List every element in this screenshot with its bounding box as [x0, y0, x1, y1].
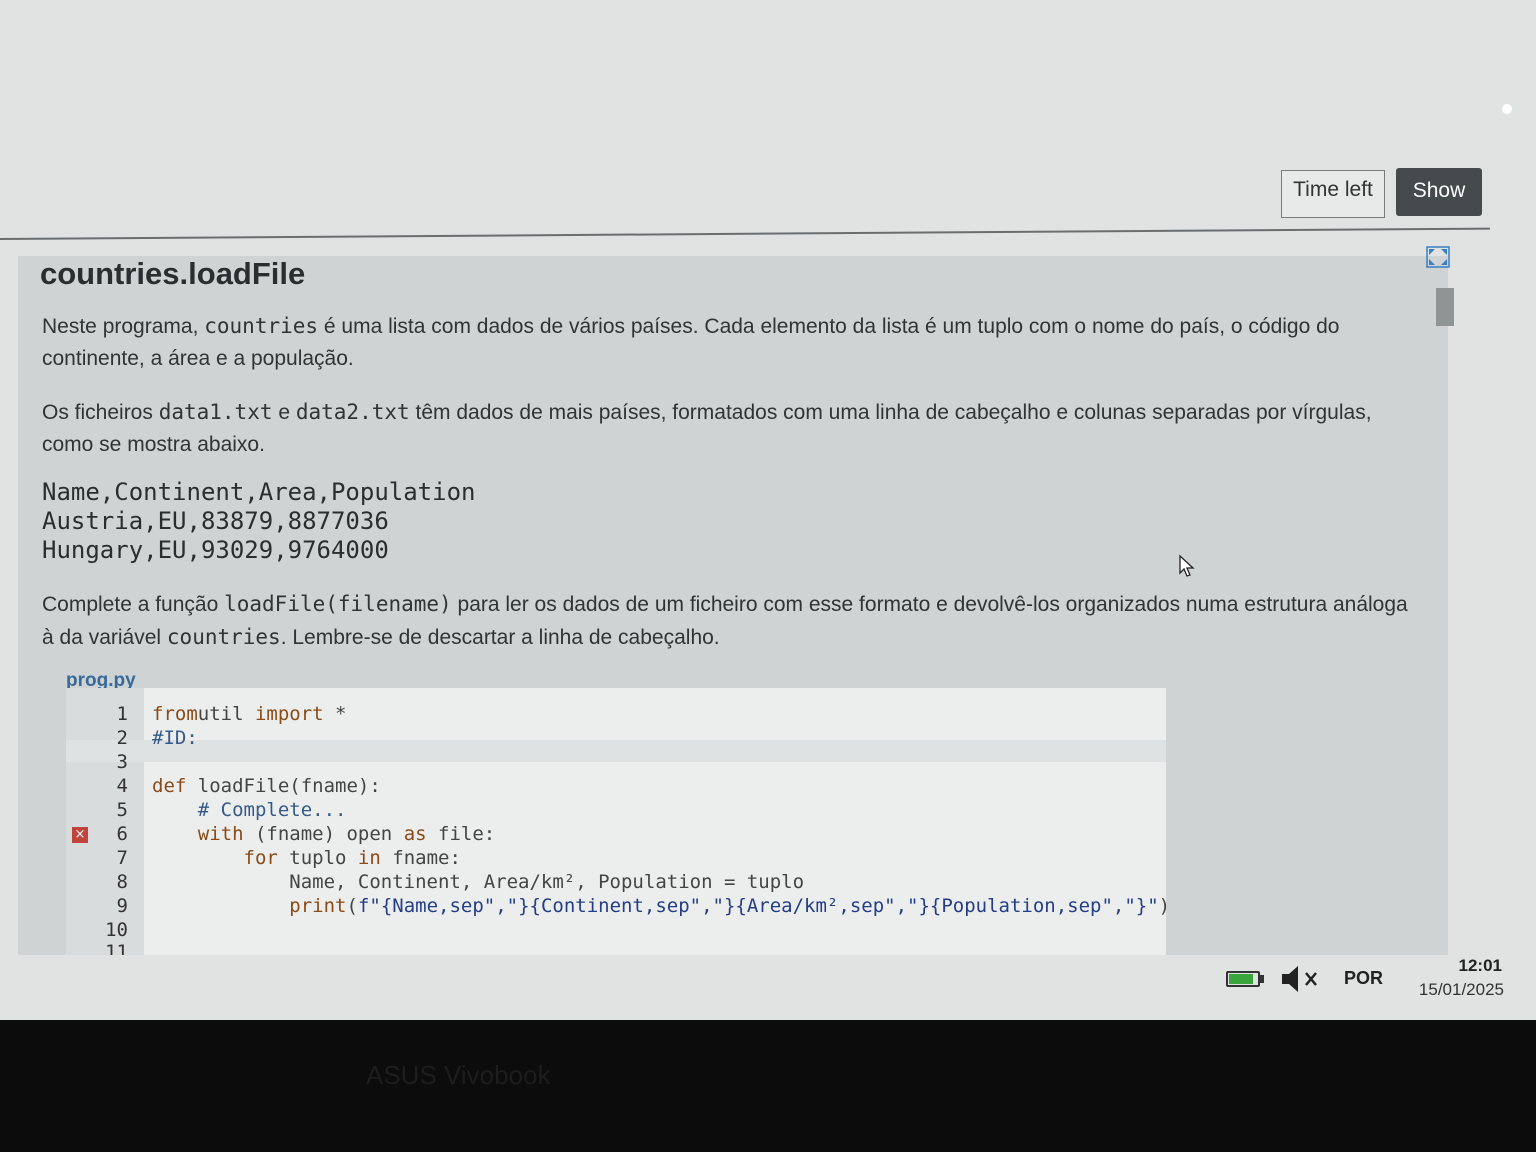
line-number: 10: [105, 919, 128, 941]
code-token: (fname) open: [243, 823, 404, 845]
scrollbar-thumb[interactable]: [1436, 288, 1454, 326]
code-token: import: [254, 703, 324, 725]
battery-icon[interactable]: [1226, 971, 1260, 987]
code-text: for tuplo in fname:: [152, 846, 461, 870]
paragraph-files: Os ficheiros data1.txt e data2.txt têm d…: [42, 400, 1372, 456]
code-token: Name, Continent, Area/km², Population = …: [152, 871, 805, 893]
language-indicator[interactable]: POR: [1344, 968, 1383, 989]
line-number: 5: [116, 799, 128, 821]
code-text: # Complete...: [152, 798, 347, 822]
code-token: (: [346, 895, 358, 917]
clock-date[interactable]: 15/01/2025: [1400, 980, 1504, 1000]
speaker-muted-icon[interactable]: [1280, 964, 1326, 994]
code-token: f"{Name,sep","}{Continent,sep","}{Area/k…: [357, 895, 1159, 917]
code-text: with (fname) open as file:: [152, 822, 495, 846]
code-token: #ID:: [152, 727, 198, 749]
question-title: countries.loadFile: [40, 256, 306, 291]
code-token: *: [323, 703, 347, 725]
code-editor[interactable]: 1 fromutil import * 2 #ID: 3 4 def loadFile(fn…: [66, 688, 1166, 964]
code-token: print: [289, 895, 347, 917]
code-token: util: [197, 703, 255, 725]
code-line[interactable]: 7 for tuplo in fname:: [66, 846, 1166, 870]
code-line[interactable]: 1 fromutil import *: [66, 702, 1166, 726]
line-number: 4: [116, 775, 128, 797]
line-number: 1: [116, 703, 128, 725]
battery-tip: [1260, 975, 1264, 983]
mouse-cursor-icon: [1179, 554, 1195, 577]
code-token: def: [152, 775, 187, 797]
show-button[interactable]: Show: [1396, 168, 1482, 216]
screen: Time left Show countries.loadFile Neste …: [0, 0, 1536, 1020]
code-line[interactable]: 9 print(f"{Name,sep","}{Continent,sep","…: [66, 894, 1166, 918]
code-text: Name, Continent, Area/km², Population = …: [152, 870, 804, 894]
code-text: def loadFile(fname):: [152, 774, 381, 798]
laptop-brand-label: ASUS Vivobook: [366, 1060, 551, 1090]
data-line: Name,Continent,Area,Population: [42, 478, 476, 506]
line-number: 3: [116, 751, 128, 773]
error-marker-icon[interactable]: ×: [72, 827, 88, 843]
code-token: # Complete...: [197, 799, 347, 821]
line-number: 8: [116, 871, 128, 893]
code-token: in: [357, 847, 381, 869]
code-token: fname:: [380, 847, 461, 869]
line-number: 9: [116, 895, 128, 917]
paragraph-intro: Neste programa, countries é uma lista co…: [42, 314, 1340, 370]
code-token: for: [243, 847, 278, 869]
data-example: Name,Continent,Area,Population Austria,EU…: [42, 478, 475, 565]
data-line: Austria,EU,83879,8877036: [42, 507, 389, 535]
code-text: fromutil import *: [152, 702, 347, 726]
line-number: 2: [116, 727, 128, 749]
code-token: from: [152, 703, 198, 725]
code-token: tuplo: [277, 847, 358, 869]
camera-dot: [1502, 104, 1512, 114]
divider: [0, 227, 1490, 240]
line-number: 7: [116, 847, 128, 869]
clock-time[interactable]: 12:01: [1412, 956, 1502, 976]
code-token: loadFile(fname):: [186, 775, 381, 797]
code-token: file:: [426, 823, 496, 845]
line-number: 6: [116, 823, 128, 845]
data-line: Hungary,EU,93029,9764000: [42, 536, 389, 564]
code-line[interactable]: 3: [66, 750, 1166, 774]
code-line[interactable]: 6 × with (fname) open as file:: [66, 822, 1166, 846]
time-left-box: Time left: [1281, 170, 1385, 218]
code-token: ): [1159, 895, 1166, 917]
code-text: print(f"{Name,sep","}{Continent,sep","}{…: [152, 894, 1166, 918]
code-line[interactable]: 4 def loadFile(fname):: [66, 774, 1166, 798]
paragraph-task: Complete a função loadFile(filename) par…: [42, 592, 1408, 649]
code-line[interactable]: 2 #ID:: [66, 726, 1166, 750]
code-line[interactable]: 5 # Complete...: [66, 798, 1166, 822]
code-line[interactable]: 8 Name, Continent, Area/km², Population …: [66, 870, 1166, 894]
code-line[interactable]: 10: [66, 918, 1166, 942]
code-token: with: [197, 823, 244, 845]
code-text: #ID:: [152, 726, 198, 750]
code-token: as: [403, 823, 427, 845]
expand-icon[interactable]: [1426, 246, 1450, 268]
